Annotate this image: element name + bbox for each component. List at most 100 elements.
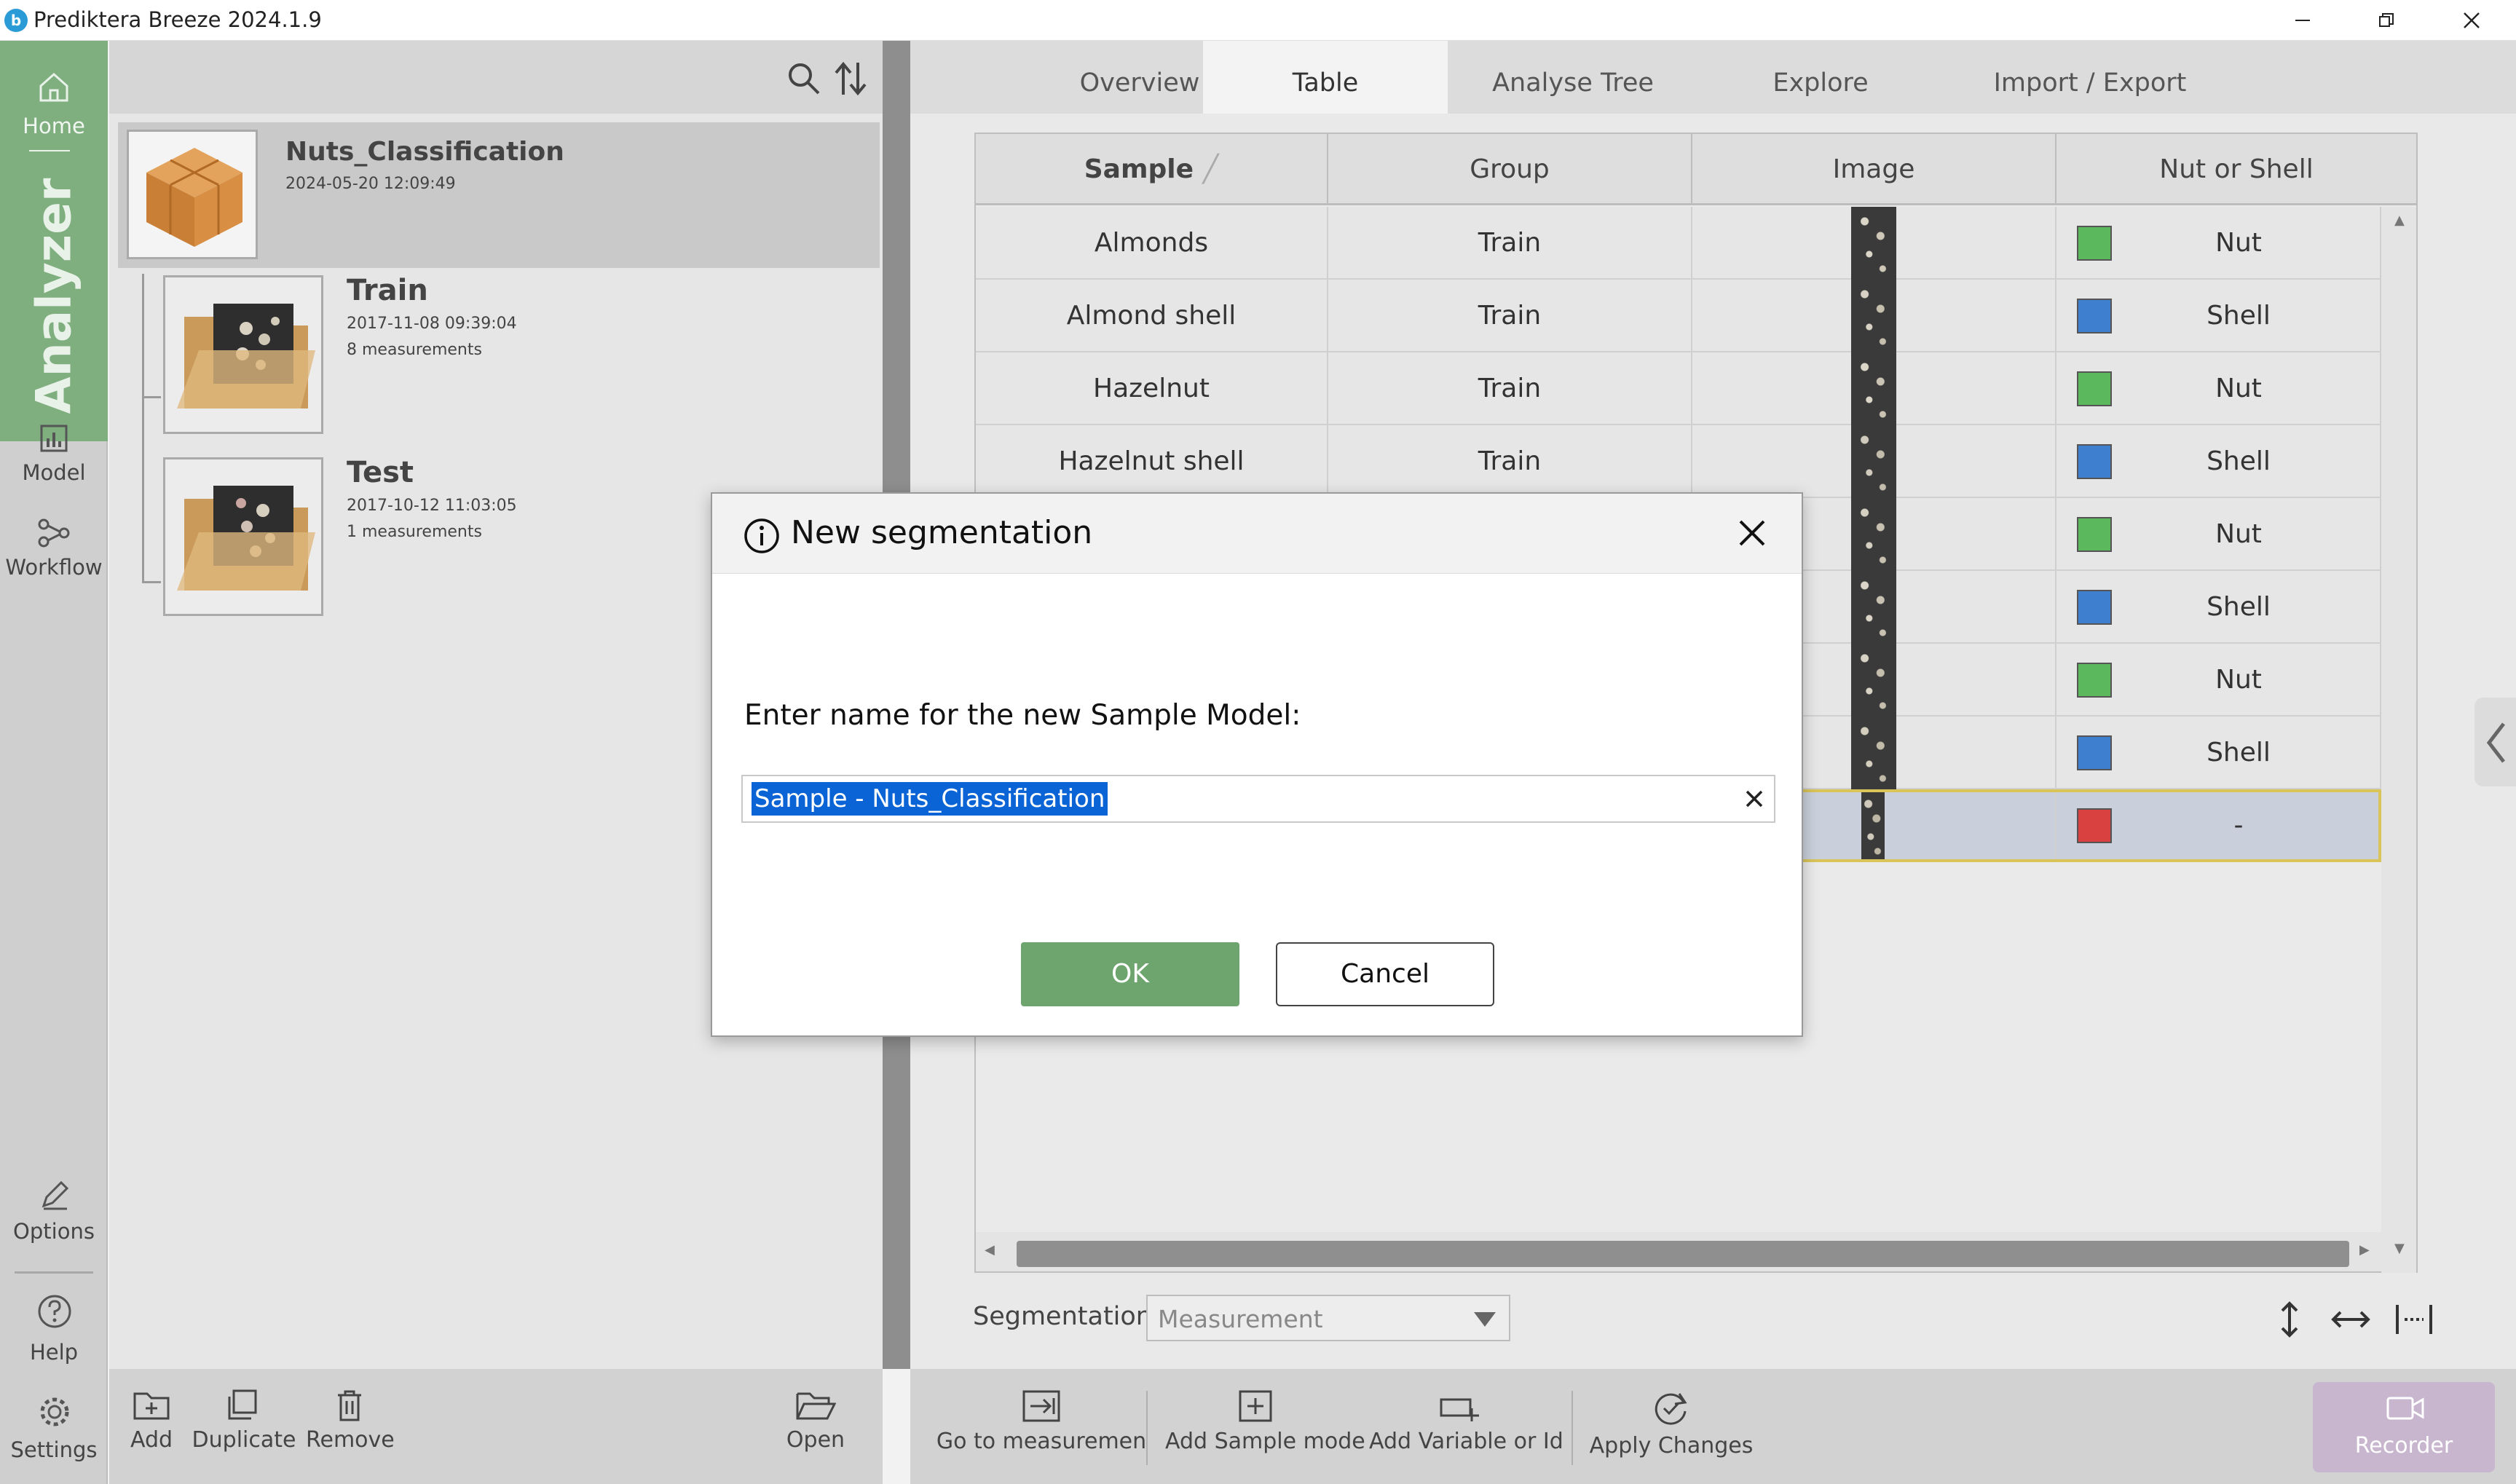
tab-import-export[interactable]: Import / Export <box>1944 41 2236 114</box>
horizontal-scroll-thumb[interactable] <box>1017 1241 2349 1267</box>
add-folder-icon <box>133 1392 170 1420</box>
tab-table[interactable]: Table <box>1203 41 1448 114</box>
nav-settings[interactable]: Settings <box>0 1392 108 1480</box>
refresh-check-icon <box>1655 1393 1687 1425</box>
group-thumbnail <box>163 457 323 616</box>
add-sample-model-button[interactable]: Add Sample mode <box>1165 1389 1365 1454</box>
nav-options[interactable]: Options <box>0 1177 108 1264</box>
scroll-left-icon[interactable]: ◀ <box>985 1242 995 1258</box>
cell-nut-or-shell[interactable]: Shell <box>2056 717 2381 789</box>
open-button[interactable]: Open <box>779 1389 852 1453</box>
scroll-up-icon[interactable]: ▲ <box>2394 213 2405 228</box>
cell-group[interactable]: Train <box>1328 280 1692 352</box>
nav-workflow[interactable]: Workflow <box>0 514 108 601</box>
clear-input-icon[interactable] <box>1743 788 1765 810</box>
ok-button[interactable]: OK <box>1021 942 1239 1006</box>
vertical-scrollbar[interactable]: ▲ ▼ <box>2381 207 2416 1273</box>
fit-width-icon[interactable] <box>2330 1306 2371 1333</box>
class-label: Shell <box>2207 446 2271 476</box>
class-color-swatch[interactable] <box>2077 226 2112 261</box>
new-segmentation-dialog: New segmentation Enter name for the new … <box>711 492 1803 1037</box>
sample-image-thumbnail <box>1851 644 1896 717</box>
sample-image-thumbnail <box>1851 280 1896 352</box>
tab-analyse-tree[interactable]: Analyse Tree <box>1449 41 1697 114</box>
cell-group[interactable]: Train <box>1328 352 1692 425</box>
column-header-nut-or-shell[interactable]: Nut or Shell <box>2056 134 2418 205</box>
sample-image-thumbnail <box>1851 207 1896 280</box>
folder-icon <box>177 304 315 409</box>
segmentation-dropdown[interactable]: Measurement <box>1146 1295 1510 1341</box>
duplicate-button[interactable]: Duplicate <box>189 1389 299 1453</box>
side-panel-toggle[interactable] <box>2474 698 2516 786</box>
cell-nut-or-shell[interactable]: Nut <box>2056 498 2381 571</box>
nav-analyzer[interactable]: Analyzer <box>0 143 108 441</box>
cell-nut-or-shell[interactable]: Nut <box>2056 207 2381 280</box>
cell-sample[interactable]: Hazelnut shell <box>976 425 1328 498</box>
cancel-button[interactable]: Cancel <box>1276 942 1494 1006</box>
class-color-swatch[interactable] <box>2077 444 2112 479</box>
cell-sample[interactable]: Hazelnut <box>976 352 1328 425</box>
trash-icon <box>338 1390 361 1421</box>
class-color-swatch[interactable] <box>2077 735 2112 770</box>
nav-workflow-label: Workflow <box>5 555 103 580</box>
sort-icon[interactable] <box>833 60 868 98</box>
go-to-measurement-button[interactable]: Go to measuremen <box>932 1389 1151 1454</box>
nav-home[interactable]: Home <box>0 41 108 143</box>
cell-nut-or-shell[interactable]: - <box>2056 789 2381 862</box>
cell-nut-or-shell[interactable]: Nut <box>2056 352 2381 425</box>
cell-nut-or-shell[interactable]: Shell <box>2056 280 2381 352</box>
minimize-button[interactable] <box>2263 0 2343 41</box>
class-color-swatch[interactable] <box>2077 299 2112 333</box>
class-color-swatch[interactable] <box>2077 663 2112 698</box>
class-label: - <box>2233 810 2244 840</box>
search-icon[interactable] <box>786 61 821 96</box>
close-window-button[interactable] <box>2432 0 2512 41</box>
class-color-swatch[interactable] <box>2077 517 2112 552</box>
cell-image[interactable] <box>1692 280 2056 352</box>
close-icon[interactable] <box>1736 517 1768 549</box>
cell-sample[interactable]: Almond shell <box>976 280 1328 352</box>
table-bottom-toolbar: Go to measuremen Add Sample mode Add Var… <box>910 1369 2516 1484</box>
nav-help[interactable]: Help <box>0 1290 108 1378</box>
sample-model-name-input[interactable]: Sample - Nuts_Classification <box>741 775 1775 823</box>
add-variable-button[interactable]: Add Variable or Id <box>1369 1389 1563 1454</box>
class-label: Nut <box>2215 665 2262 695</box>
project-item[interactable]: Nuts_Classification 2024-05-20 12:09:49 <box>118 122 880 268</box>
nav-model[interactable]: Model <box>0 419 108 507</box>
add-button[interactable]: Add <box>118 1389 185 1453</box>
column-header-group[interactable]: Group <box>1328 134 1692 205</box>
restore-button[interactable] <box>2346 0 2426 41</box>
horizontal-scrollbar[interactable]: ◀ ▶ <box>976 1232 2381 1271</box>
class-color-swatch[interactable] <box>2077 371 2112 406</box>
class-color-swatch[interactable] <box>2077 590 2112 625</box>
column-header-sample[interactable]: Sample ╱ <box>976 134 1328 205</box>
cell-nut-or-shell[interactable]: Shell <box>2056 571 2381 644</box>
nav-divider <box>15 1271 93 1274</box>
project-bottom-toolbar: Add Duplicate Remove Open <box>109 1369 883 1484</box>
column-header-image[interactable]: Image <box>1692 134 2056 205</box>
close-icon <box>2464 12 2480 28</box>
column-width-icon[interactable] <box>2394 1302 2434 1337</box>
tab-explore[interactable]: Explore <box>1697 41 1944 114</box>
cell-image[interactable] <box>1692 207 2056 280</box>
folder-icon <box>177 486 315 591</box>
cell-sample[interactable]: Almonds <box>976 207 1328 280</box>
fit-height-icon[interactable] <box>2275 1301 2304 1338</box>
cell-group[interactable]: Train <box>1328 425 1692 498</box>
dialog-title: New segmentation <box>791 514 1093 551</box>
cell-nut-or-shell[interactable]: Shell <box>2056 425 2381 498</box>
class-color-swatch[interactable] <box>2077 808 2112 843</box>
help-icon <box>38 1295 71 1328</box>
cell-nut-or-shell[interactable]: Nut <box>2056 644 2381 717</box>
cell-image[interactable] <box>1692 352 2056 425</box>
scroll-down-icon[interactable]: ▼ <box>2394 1241 2405 1256</box>
group-item-train[interactable]: Train 2017-11-08 09:39:04 8 measurements <box>162 271 861 434</box>
cell-image[interactable] <box>1692 425 2056 498</box>
video-camera-icon <box>2386 1397 2424 1420</box>
input-selected-text[interactable]: Sample - Nuts_Classification <box>752 782 1108 816</box>
recorder-button[interactable]: Recorder <box>2313 1382 2495 1472</box>
cell-group[interactable]: Train <box>1328 207 1692 280</box>
apply-changes-button[interactable]: Apply Changes <box>1588 1389 1755 1459</box>
scroll-right-icon[interactable]: ▶ <box>2359 1242 2370 1258</box>
remove-button[interactable]: Remove <box>306 1389 395 1453</box>
